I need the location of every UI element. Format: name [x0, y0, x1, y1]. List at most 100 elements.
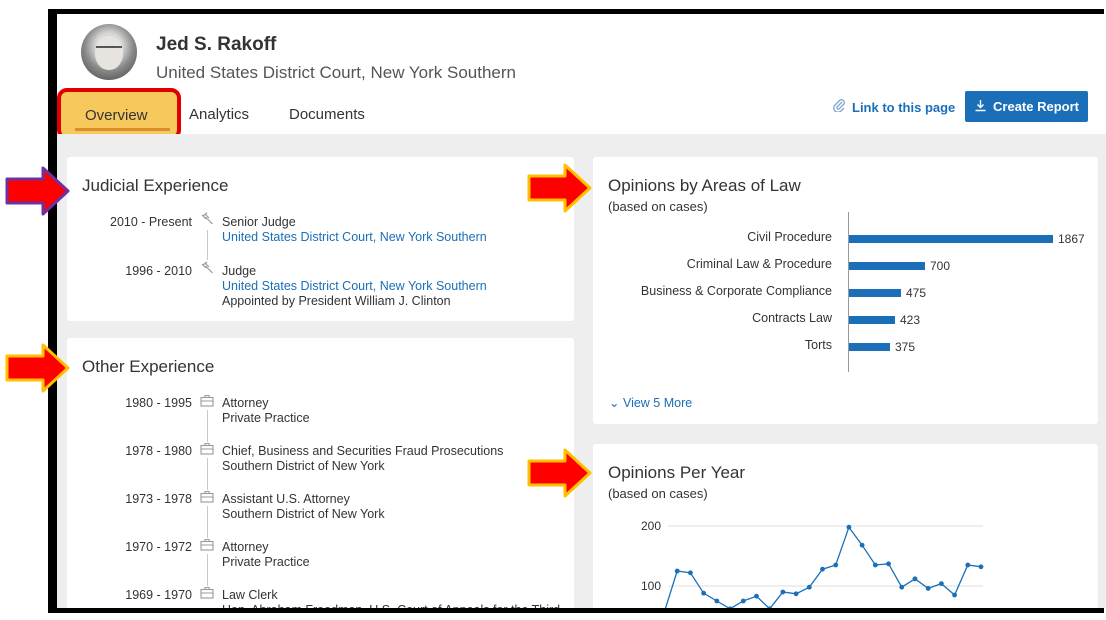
bar [849, 316, 895, 324]
bar-label: Business & Corporate Compliance [640, 284, 832, 298]
annotation-arrow [527, 448, 592, 498]
bar-label: Contracts Law [752, 311, 832, 325]
annotation-arrow [527, 163, 592, 213]
tab-overview[interactable]: Overview [85, 107, 148, 124]
opinions-line-chart: 100 200 [641, 519, 984, 608]
data-point [912, 576, 918, 582]
link-to-page[interactable]: Link to this page [833, 99, 955, 115]
experience-org: Southern District of New York [222, 507, 385, 521]
screenshot-stage: Jed S. Rakoff United States District Cou… [0, 0, 1106, 620]
gavel-icon [200, 212, 214, 229]
data-point [872, 562, 878, 568]
data-point [688, 570, 693, 576]
bar [849, 235, 1053, 243]
data-point [938, 581, 944, 586]
areas-of-law-subtitle: (based on cases) [608, 199, 708, 214]
data-point [899, 584, 905, 590]
bar-label: Civil Procedure [747, 230, 832, 244]
areas-of-law-card: Opinions by Areas of Law (based on cases… [593, 157, 1098, 424]
tab-documents[interactable]: Documents [289, 106, 365, 123]
experience-dates: 1978 - 1980 [125, 444, 192, 458]
chevron-down-icon: ⌄ [609, 396, 620, 410]
timeline-line [207, 554, 208, 586]
experience-dates: 1996 - 2010 [125, 264, 192, 278]
experience-role: Chief, Business and Securities Fraud Pro… [222, 444, 504, 458]
link-to-page-label: Link to this page [852, 100, 956, 115]
other-experience-title: Other Experience [82, 357, 215, 376]
data-point [674, 568, 680, 574]
areas-of-law-title: Opinions by Areas of Law [608, 176, 801, 195]
data-point [793, 591, 799, 597]
annotation-arrow [5, 166, 70, 216]
data-point [833, 562, 839, 568]
timeline-line [207, 230, 208, 260]
judge-profile-page: Jed S. Rakoff United States District Cou… [57, 14, 1106, 608]
y-tick-label: 100 [641, 579, 661, 593]
paperclip-icon [833, 99, 846, 115]
experience-org: Southern District of New York [222, 459, 385, 473]
court-link[interactable]: United States District Court, New York S… [222, 279, 487, 293]
bar-value: 475 [906, 286, 927, 300]
data-point [754, 593, 759, 599]
tab-analytics[interactable]: Analytics [189, 106, 249, 123]
experience-role: Law Clerk [222, 588, 278, 602]
bar-value: 700 [930, 259, 951, 273]
tab-active-underline [75, 128, 170, 131]
data-point [859, 542, 865, 548]
bar-label: Criminal Law & Procedure [686, 257, 832, 271]
bar-value: 423 [900, 313, 921, 327]
bar [849, 343, 890, 351]
experience-org: Private Practice [222, 555, 310, 569]
create-report-label: Create Report [993, 99, 1079, 114]
view-more-link[interactable]: ⌄ View 5 More [609, 395, 692, 410]
data-point [886, 561, 891, 567]
gavel-icon [200, 261, 214, 278]
data-point [925, 586, 931, 591]
timeline-line [207, 506, 208, 538]
other-experience-card: Other Experience 1980 - 1995 Attorney Priv… [67, 338, 574, 608]
judicial-experience-card: Judicial Experience 2010 - Present Senio… [67, 157, 574, 321]
timeline-line [207, 410, 208, 442]
view-more-label: View 5 More [622, 396, 693, 410]
experience-role: Attorney [222, 396, 269, 410]
experience-dates: 1980 - 1995 [125, 396, 192, 410]
court-link[interactable]: United States District Court, New York S… [222, 230, 487, 244]
briefcase-icon [200, 394, 214, 410]
briefcase-icon [200, 442, 214, 458]
briefcase-icon [200, 538, 214, 554]
data-point [701, 590, 707, 596]
bar [849, 289, 901, 297]
create-report-button[interactable]: Create Report [965, 91, 1088, 122]
bar-value: 375 [895, 340, 916, 354]
experience-role: Senior Judge [222, 215, 296, 229]
download-icon [974, 99, 987, 115]
data-point [820, 566, 825, 572]
avatar-glasses [96, 46, 122, 54]
experience-org: Hon. Abraham Freedman, U.S. Court of App… [222, 603, 560, 608]
data-point [978, 564, 984, 570]
data-point [806, 584, 812, 590]
bar [849, 262, 925, 270]
briefcase-icon [200, 490, 214, 506]
experience-role: Judge [222, 264, 257, 278]
data-point [740, 598, 746, 604]
data-point [846, 524, 852, 530]
experience-dates: 2010 - Present [110, 215, 192, 229]
experience-dates: 1969 - 1970 [125, 588, 192, 602]
data-point [714, 598, 720, 604]
data-point [727, 606, 733, 608]
experience-dates: 1970 - 1972 [125, 540, 192, 554]
opinions-per-year-card: Opinions Per Year (based on cases) 100 20… [593, 444, 1098, 608]
data-point [952, 592, 957, 598]
appointment-note: Appointed by President William J. Clinto… [222, 294, 451, 308]
experience-role: Attorney [222, 540, 269, 554]
judge-name: Jed S. Rakoff [156, 34, 277, 55]
timeline-line [207, 458, 208, 490]
experience-dates: 1973 - 1978 [125, 492, 192, 506]
judge-court: United States District Court, New York S… [156, 63, 516, 82]
experience-role: Assistant U.S. Attorney [222, 492, 350, 506]
annotation-arrow [5, 343, 70, 393]
briefcase-icon [200, 586, 214, 602]
y-tick-label: 200 [641, 519, 661, 533]
bar-value: 1867 [1058, 232, 1085, 246]
